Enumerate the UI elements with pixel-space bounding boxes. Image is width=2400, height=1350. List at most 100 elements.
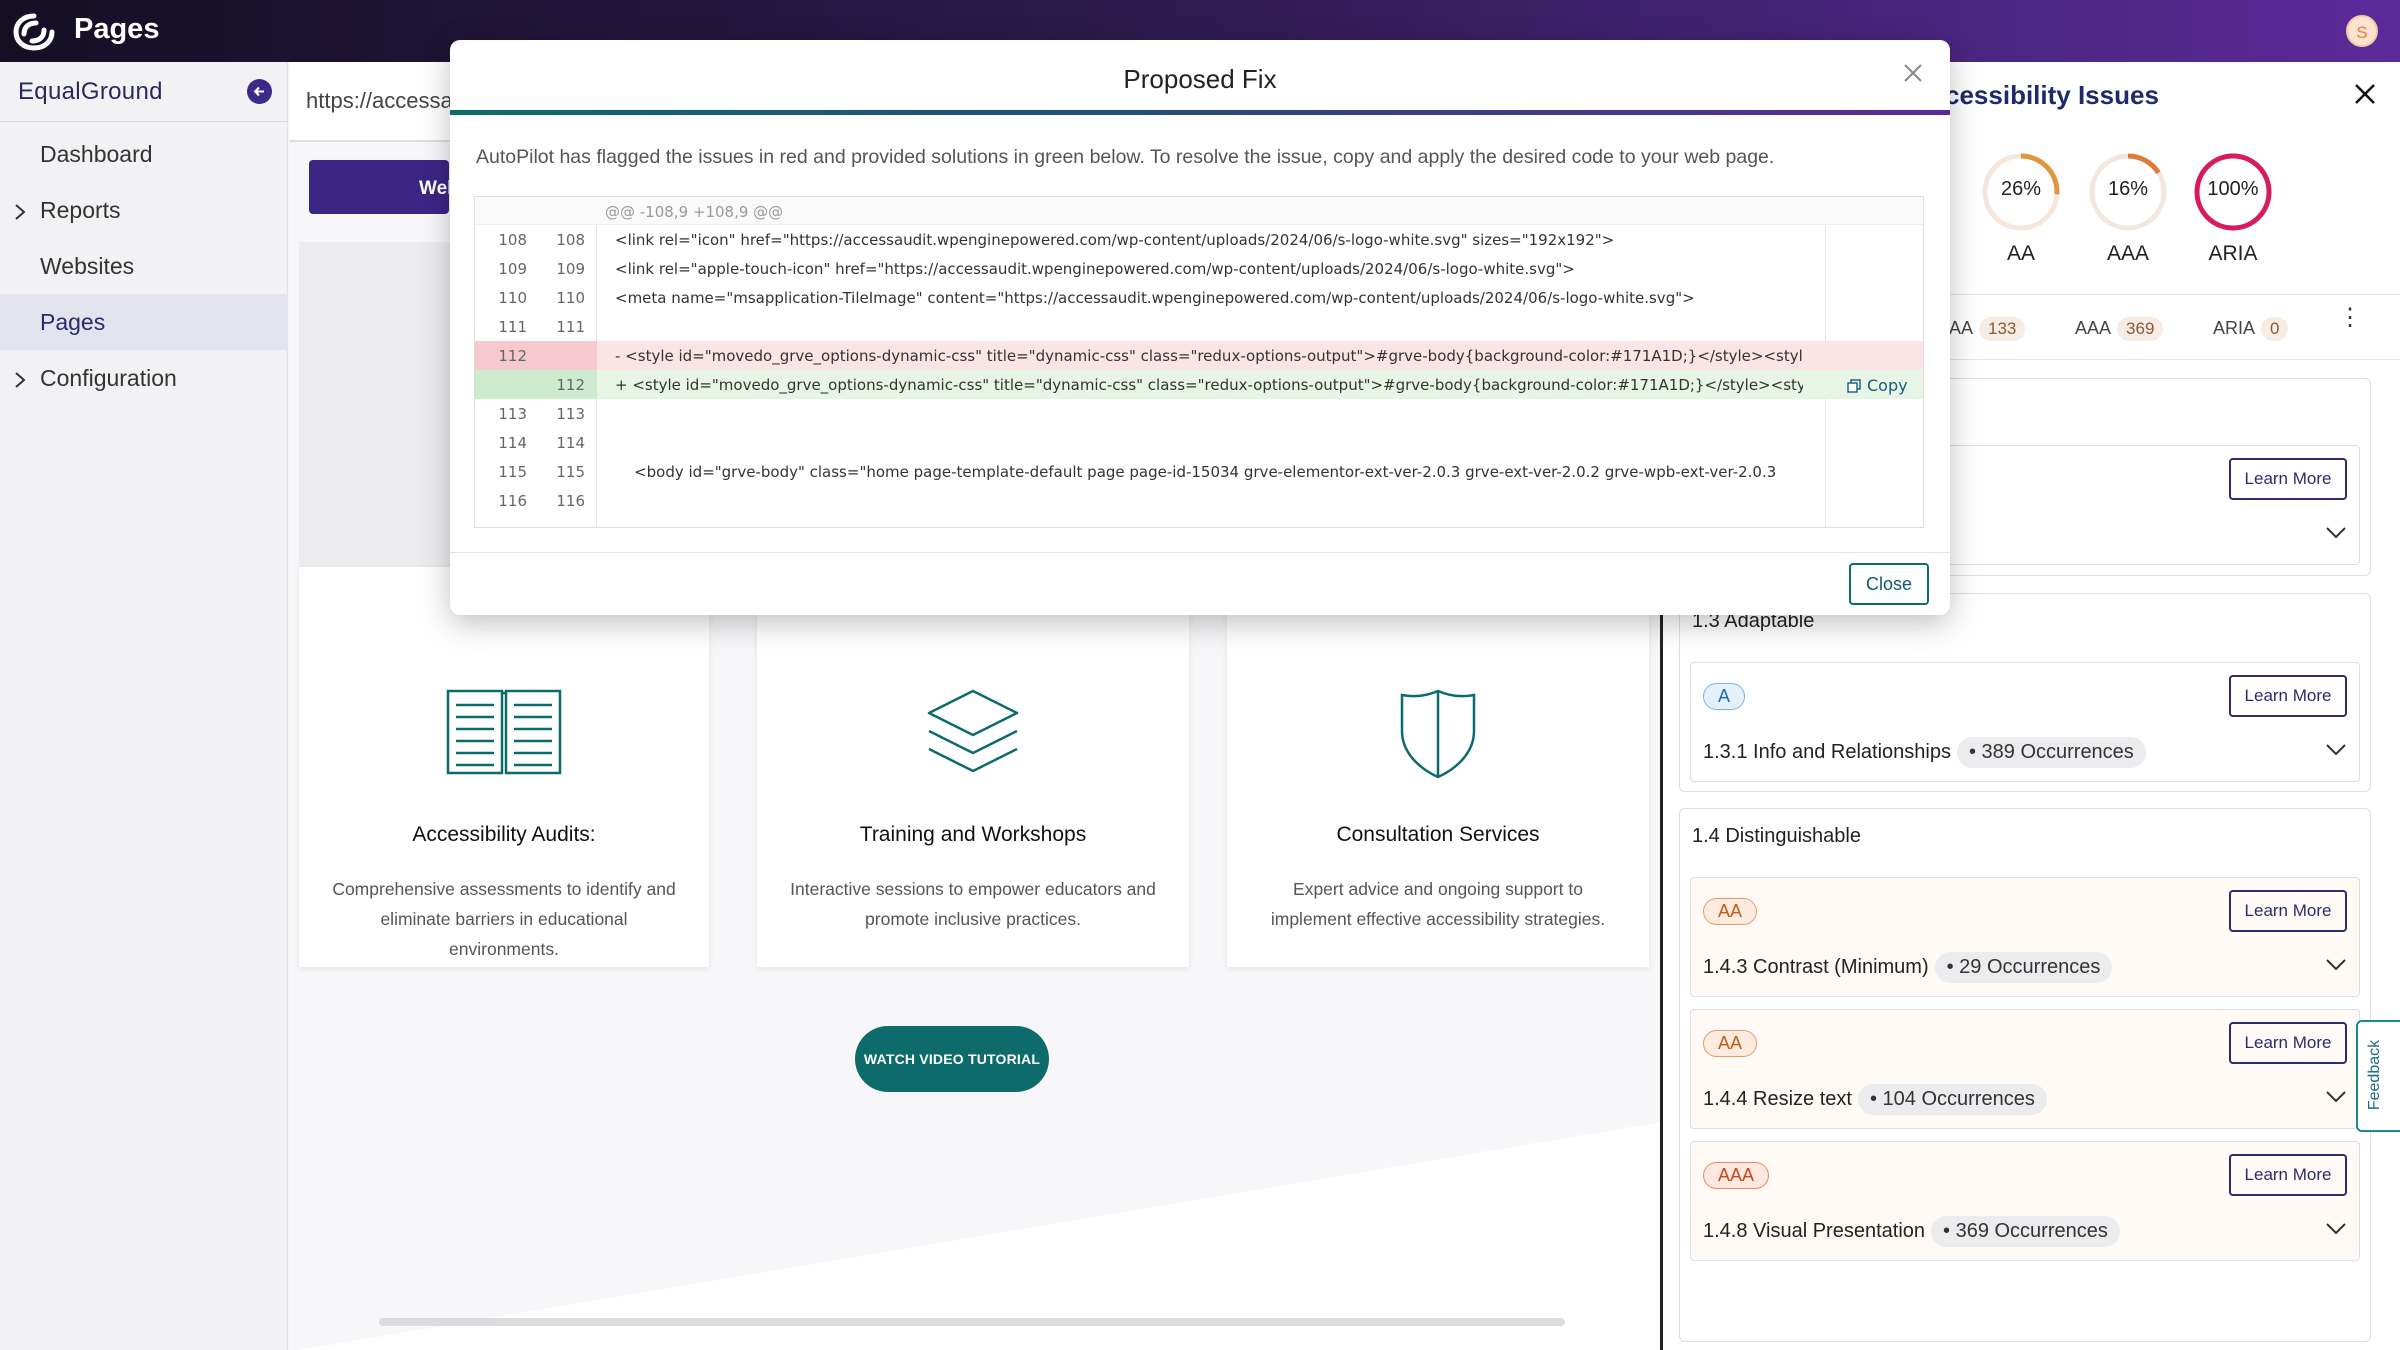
gauge-label: AAA	[2106, 242, 2150, 265]
modal-accent-bar	[450, 110, 1950, 115]
gauge-label: ARIA	[2208, 242, 2258, 265]
issue-card[interactable]: AA Learn More 1.4.4 Resize text • 104 Occur…	[1690, 1009, 2360, 1129]
card-description: Comprehensive assessments to identify an…	[332, 879, 676, 959]
modal-intro: AutoPilot has flagged the issues in red …	[476, 146, 1775, 168]
code-text: - <style id="movedo_grve_options-dynamic…	[615, 347, 1803, 365]
score-gauge-aa: 26% AA	[1979, 150, 2063, 266]
web-button[interactable]: Wel	[309, 160, 452, 214]
chevron-down-icon[interactable]	[2325, 958, 2347, 977]
old-line-number: 110	[498, 289, 527, 307]
service-card: Training and Workshops Interactive sessi…	[757, 567, 1189, 967]
card-title: Consultation Services	[1336, 823, 1540, 846]
tab-aria[interactable]: ARIA 0	[2213, 317, 2289, 341]
modal-footer-divider	[450, 552, 1950, 553]
chevron-down-icon[interactable]	[2325, 1222, 2347, 1241]
level-badge: A	[1703, 683, 1746, 710]
section-heading: 1.4 Distinguishable	[1692, 825, 1861, 847]
learn-more-button[interactable]: Learn More	[2229, 458, 2347, 500]
chevron-down-icon[interactable]	[2325, 526, 2347, 545]
copy-label: Copy	[1867, 376, 1908, 395]
new-line-number: 116	[556, 492, 585, 510]
user-avatar[interactable]: S	[2346, 15, 2378, 47]
sidebar-item-label: Pages	[40, 309, 106, 335]
copy-button[interactable]: Copy	[1847, 376, 1908, 395]
learn-more-button[interactable]: Learn More	[2229, 1154, 2347, 1196]
level-badge: AA	[1703, 1030, 1758, 1057]
tab-count-badge: 369	[2117, 317, 2164, 341]
arrow-left-icon	[253, 86, 264, 97]
sidebar: EqualGround Dashboard Reports Websites Page…	[0, 62, 288, 1350]
sidebar-item-label: Reports	[40, 197, 121, 223]
tab-label: AAA	[2075, 318, 2112, 338]
card-description: Interactive sessions to empower educator…	[790, 879, 1156, 929]
panel-title: cessibility Issues	[1945, 80, 2159, 110]
occurrences-badge: • 104 Occurrences	[1857, 1084, 2047, 1115]
chevron-right-icon	[13, 368, 27, 395]
modal-title: Proposed Fix	[1123, 64, 1277, 94]
diff-hunk-header: @@ -108,9 +108,9 @@	[475, 197, 1923, 225]
code-text: <link rel="icon" href="https://accessaud…	[615, 231, 1615, 249]
tab-aa[interactable]: AA 133	[1949, 317, 2026, 341]
horizontal-scrollbar[interactable]	[379, 1318, 1565, 1326]
diff-line: 115 115 <body id="grve-body" class="home …	[475, 457, 1923, 486]
service-card: Accessibility Audits: Comprehensive asse…	[299, 567, 709, 967]
old-line-number: 112	[498, 347, 527, 365]
diff-line: 112 - <style id="movedo_grve_options-dyna…	[475, 341, 1923, 370]
more-options-icon[interactable]: ⋮	[2338, 306, 2362, 330]
close-panel-icon[interactable]	[2353, 82, 2377, 106]
close-modal-icon[interactable]	[1902, 62, 1924, 84]
watch-video-button[interactable]: WATCH VIDEO TUTORIAL	[855, 1026, 1049, 1092]
new-line-number: 114	[556, 434, 585, 452]
feedback-tab[interactable]: Feedback	[2356, 1020, 2400, 1132]
chevron-down-icon[interactable]	[2325, 1090, 2347, 1109]
diff-line: 110 110 <meta name="msapplication-TileImag…	[475, 283, 1923, 312]
diff-line: 114 114	[475, 428, 1923, 457]
issue-card[interactable]: AAA Learn More 1.4.8 Visual Presentation • …	[1690, 1141, 2360, 1261]
tab-count-badge: 0	[2261, 317, 2289, 341]
old-line-number: 114	[498, 434, 527, 452]
gauge-percent: 100%	[2207, 178, 2259, 200]
learn-more-button[interactable]: Learn More	[2229, 1022, 2347, 1064]
sidebar-item-pages[interactable]: Pages	[0, 294, 288, 350]
new-line-number: 112	[556, 376, 585, 394]
criteria-section: 1.3 Adaptable A Learn More 1.3.1 Info and R…	[1679, 593, 2371, 792]
collapse-sidebar-button[interactable]	[247, 79, 272, 104]
gauge-label: AA	[2006, 242, 2035, 265]
gauge-percent: 16%	[2107, 178, 2149, 200]
diff-line: 109 109 <link rel="apple-touch-icon" href=…	[475, 254, 1923, 283]
diff-line: 116 116	[475, 486, 1923, 515]
issue-name: 1.3.1 Info and Relationships • 389 Occurr…	[1703, 737, 2146, 768]
code-text: <body id="grve-body" class="home page-te…	[615, 463, 1777, 481]
score-gauge-aaa: 16% AAA	[2086, 150, 2170, 266]
new-line-number: 111	[556, 318, 585, 336]
org-name: EqualGround	[18, 78, 163, 105]
old-line-number: 108	[498, 231, 527, 249]
hunk-text: @@ -108,9 +108,9 @@	[605, 203, 784, 221]
sidebar-item-websites[interactable]: Websites	[0, 238, 288, 294]
code-text: <link rel="apple-touch-icon" href="https…	[615, 260, 1575, 278]
issue-card[interactable]: A Learn More 1.3.1 Info and Relationships •…	[1690, 662, 2360, 782]
card-description: Expert advice and ongoing support to imp…	[1270, 879, 1606, 929]
service-card: Consultation Services Expert advice and …	[1227, 567, 1649, 967]
new-line-number: 109	[556, 260, 585, 278]
new-line-number: 110	[556, 289, 585, 307]
level-badge: AA	[1703, 898, 1758, 925]
close-button[interactable]: Close	[1849, 563, 1929, 605]
issue-card[interactable]: AA Learn More 1.4.3 Contrast (Minimum) • 29…	[1690, 877, 2360, 997]
learn-more-button[interactable]: Learn More	[2229, 675, 2347, 717]
chevron-down-icon[interactable]	[2325, 743, 2347, 762]
occurrences-badge: • 369 Occurrences	[1931, 1216, 2120, 1247]
section-divider	[299, 1122, 1661, 1350]
issue-title: 1.3.1 Info and Relationships	[1703, 741, 1951, 763]
new-line-number: 108	[556, 231, 585, 249]
issue-title: 1.4.4 Resize text	[1703, 1088, 1852, 1110]
old-line-number: 109	[498, 260, 527, 278]
sidebar-item-dashboard[interactable]: Dashboard	[0, 126, 288, 182]
issue-title: 1.4.3 Contrast (Minimum)	[1703, 956, 1929, 978]
sidebar-item-configuration[interactable]: Configuration	[0, 350, 288, 406]
sidebar-item-reports[interactable]: Reports	[0, 182, 288, 238]
tab-count-badge: 133	[1979, 317, 2026, 341]
learn-more-button[interactable]: Learn More	[2229, 890, 2347, 932]
tab-aaa[interactable]: AAA 369	[2075, 317, 2164, 341]
app-logo-icon[interactable]	[12, 12, 56, 52]
